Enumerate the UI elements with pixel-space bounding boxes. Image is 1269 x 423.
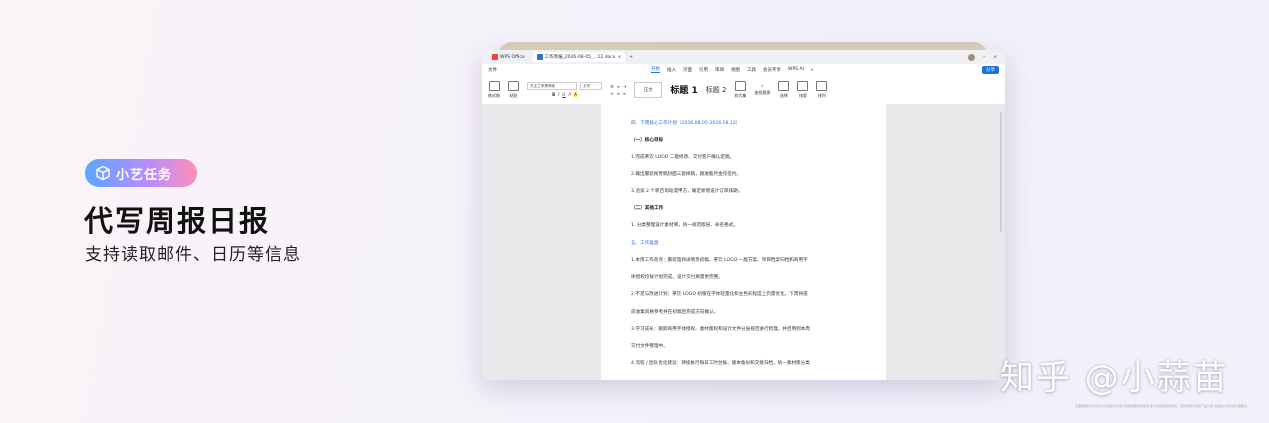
tab-document[interactable]: 工作周报_2026-08-05_...12.docx × [532,52,626,62]
watermark: 知乎 @小蒜苗 [1000,358,1229,398]
badge-label: 小艺任务 [116,167,173,183]
document-page[interactable]: 四、下周核心工作计划（2026.08.05-2026.08.12） （一）核心目标… [601,104,886,380]
vertical-scrollbar[interactable] [1000,112,1002,232]
paragraph-line: 3.学习成长：跟踪商用字体授权、素材版权和设计文件分层规范进行梳理，并启用到本周 [631,327,810,332]
layout-button[interactable]: 排版 [797,80,809,99]
bullet-list-icon[interactable]: ☰ [610,84,614,89]
wps-window: WPS Office 工作周报_2026-08-05_...12.docx × … [482,50,1005,380]
italic-icon[interactable]: I [558,92,559,97]
menu-member[interactable]: 会员专享 [763,67,781,73]
tab-label: 工作周报_2026-08-05_...12.docx [544,55,616,60]
subsection-heading: （二）其他工作 [631,206,664,211]
close-tab-icon[interactable]: × [617,55,621,60]
layout-icon [797,80,809,91]
wps-logo-icon [492,54,498,60]
paragraph-line: 2.不足与改进计划：茶饮 LOGO 初版在字体轻量化和主色彩程度上仍需优化，下周… [631,292,808,297]
arrange-icon [816,80,828,91]
highlight-icon[interactable]: A [574,92,577,97]
menu-reference[interactable]: 引用 [699,67,708,73]
number-list-icon[interactable]: ≡ [617,84,620,89]
format-painter-button[interactable]: 格式刷 [488,80,500,99]
menu-view[interactable]: 视图 [731,67,740,73]
menu-tools[interactable]: 工具 [747,67,756,73]
font-size-select[interactable]: 五号 [580,82,602,90]
cube-icon [96,165,110,181]
menu-insert[interactable]: 插入 [667,67,676,73]
tab-label: WPS Office [500,54,525,60]
magnifier-icon: ⌕ [761,83,764,88]
menu-file[interactable]: 文件 [488,67,497,73]
align-right-icon[interactable]: ≡ [623,91,626,96]
disclaimer: 页面数据均为示例,仅为功能演示;部分功能需要联网使用,部分功能需授权登录。实际效… [1075,404,1250,408]
clipboard-icon [508,80,519,91]
menu-wps-ai[interactable]: WPS AI [788,67,804,72]
arrange-button[interactable]: 排列 [816,80,828,99]
minimize-icon[interactable]: – [983,55,985,60]
cursor-icon [778,80,790,91]
close-window-icon[interactable]: × [993,55,997,60]
paragraph-line: 2.输出服装视觉稿封面三套样稿，跟进甄月金作签约。 [631,172,742,177]
font-color-icon[interactable]: A [568,92,571,97]
paragraph-line: 1.本周工作亮点：服装电商详情页初稿、茶饮 LOGO 一版方案、项目档案归档和商… [631,258,808,263]
brush-icon [488,80,500,91]
style-set-button[interactable]: 样式集 [734,80,746,99]
search-icon[interactable]: ⌕ [811,67,814,73]
font-family-select[interactable]: 方正兰亭黑简体 [527,82,577,90]
headline: 代写周报日报 [84,204,271,238]
menu-bar: 文件 开始 插入 页面 引用 审阅 视图 工具 会员专享 WPS AI ⌕ 分享 [482,64,1005,75]
find-replace-button[interactable]: ⌕ 查找替换 [754,83,770,96]
section-heading: 五、工作复盘 [631,241,659,246]
ribbon-toolbar: 格式刷 粘贴 方正兰亭黑简体 五号 B I U A A ☰ ≡ ⇥ ≡ ≡ ≡ … [482,75,1005,105]
document-canvas: 四、下周核心工作计划（2026.08.05-2026.08.12） （一）核心目标… [482,104,1005,380]
paragraph-controls: ☰ ≡ ⇥ ≡ ≡ ≡ [610,84,626,96]
style-heading-2[interactable]: 标题 2 [706,85,727,95]
font-controls: 方正兰亭黑简体 五号 B I U A A [527,82,602,97]
style-normal[interactable]: 正文 [634,81,663,98]
paragraph-line: 前收集风格参考并在初稿后完成方向确认。 [631,310,719,315]
section-heading: 四、下周核心工作计划（2026.08.05-2026.08.12） [631,121,741,126]
title-bar: WPS Office 工作周报_2026-08-05_...12.docx × … [482,50,1005,64]
menu-review[interactable]: 审阅 [715,67,724,73]
paragraph-line: 3.洽谈 2 个新咨询动漫甲方，确定新增设计订单排期。 [631,189,743,194]
styles-icon [734,80,746,91]
paragraph-line: 4.流程 / 团队优化建议：持续执行每日工时台账、版本备份和交接归档，统一素材库… [631,361,810,366]
paragraph-line: 1.完成茶饮 LOGO 二版修改、交付客户确认定稿。 [631,155,735,160]
menu-page[interactable]: 页面 [683,67,692,73]
indent-icon[interactable]: ⇥ [623,84,626,89]
underline-icon[interactable]: U [562,92,565,97]
style-heading-1[interactable]: 标题 1 [670,83,697,96]
feature-badge: 小艺任务 [85,159,197,187]
paragraph-line: 体授权均按计划完成，设计交付质量更完整。 [631,275,723,280]
select-button[interactable]: 选择 [778,80,790,99]
tab-wps-home[interactable]: WPS Office [488,52,529,62]
paste-button[interactable]: 粘贴 [508,80,519,99]
subsection-heading: （一）核心目标 [631,138,664,143]
align-center-icon[interactable]: ≡ [616,91,619,96]
subline: 支持读取邮件、日历等信息 [85,245,301,265]
share-button[interactable]: 分享 [982,65,999,74]
doc-icon [536,54,543,60]
paragraph-line: 1. 分类整理设计素材库，统一规范版层、命名格式。 [631,223,738,228]
menu-home[interactable]: 开始 [651,66,660,73]
bold-icon[interactable]: B [552,92,555,97]
align-left-icon[interactable]: ≡ [610,91,613,96]
paragraph-line: 交付文件整理中。 [631,344,668,349]
new-tab-icon[interactable]: + [629,55,633,60]
avatar[interactable] [967,53,975,61]
